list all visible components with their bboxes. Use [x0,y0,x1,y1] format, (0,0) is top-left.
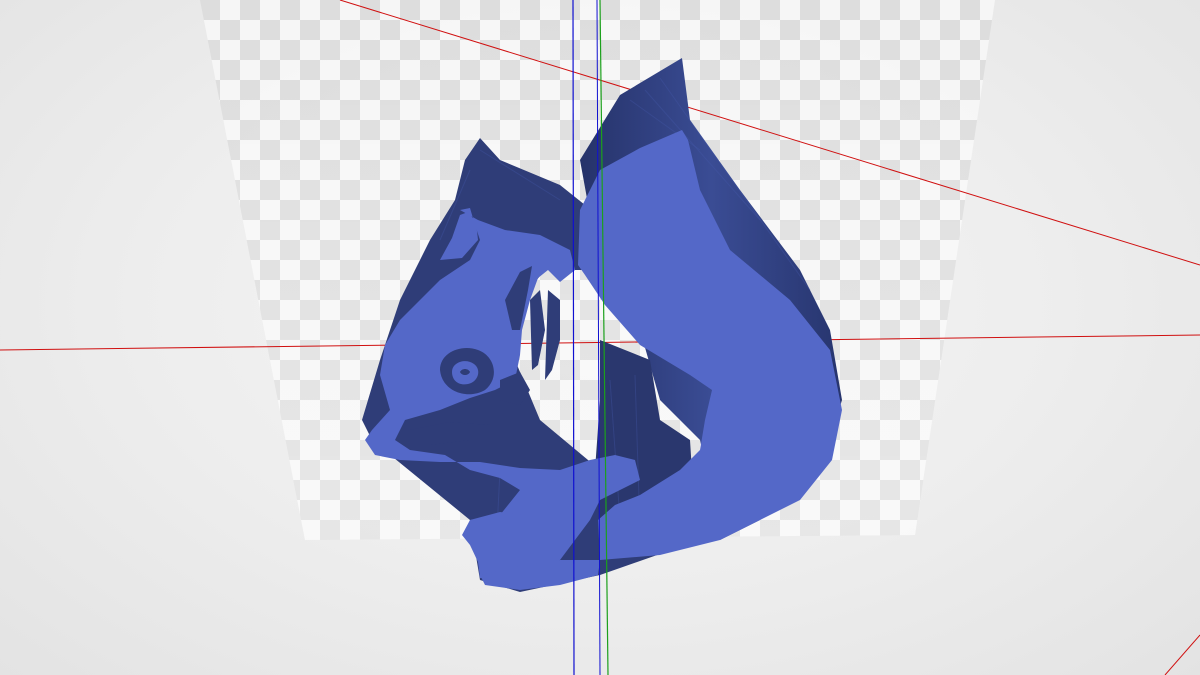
3d-viewport[interactable] [0,0,1200,675]
scene-canvas[interactable] [0,0,1200,675]
